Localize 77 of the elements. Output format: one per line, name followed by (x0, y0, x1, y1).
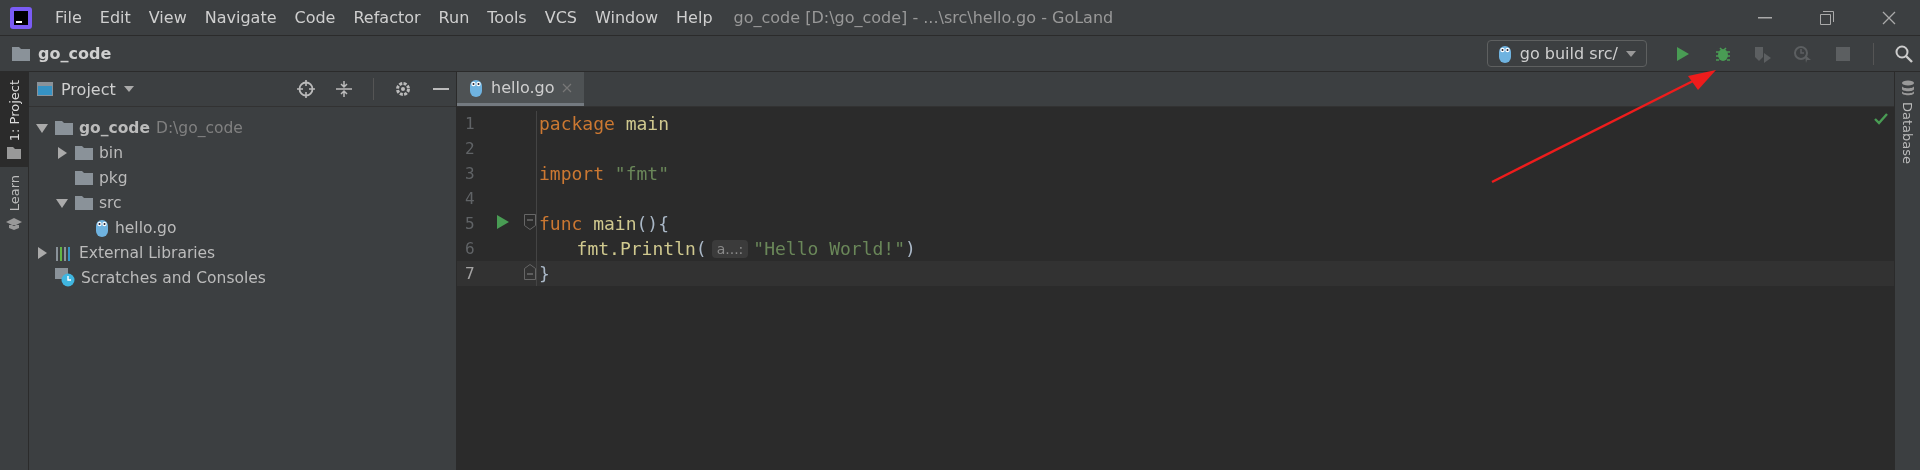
collapsed-arrow-icon[interactable] (56, 146, 68, 159)
menu-item[interactable]: Edit (90, 4, 140, 31)
folder-icon (75, 195, 93, 210)
gopher-file-icon (1497, 44, 1512, 63)
fold-marker-icon[interactable] (524, 213, 536, 230)
menu-item[interactable]: Run (429, 4, 479, 31)
editor-tab[interactable]: hello.go (457, 72, 585, 106)
code-line: func main(){ (538, 213, 670, 234)
shield-play-icon (1753, 44, 1773, 63)
crosshair-icon[interactable] (297, 80, 315, 98)
fold-marker-icon[interactable] (524, 263, 536, 280)
run-icon (1676, 45, 1690, 62)
menu-item[interactable]: Code (285, 4, 345, 31)
folder-icon (7, 147, 21, 160)
gopher-file-icon (95, 218, 109, 237)
menu-item[interactable]: VCS (535, 4, 586, 31)
database-icon (1900, 80, 1915, 96)
tree-item[interactable]: go_code (79, 118, 150, 137)
bug-icon (1714, 44, 1732, 63)
line-number: 6 (464, 239, 476, 258)
side-tab[interactable]: Learn (0, 167, 28, 238)
menu-item[interactable]: Help (667, 4, 722, 31)
graduation-cap-icon (6, 217, 22, 230)
search-icon (1895, 44, 1913, 63)
side-tab[interactable]: 1: Project (0, 72, 28, 168)
tree-item[interactable]: pkg (99, 168, 128, 187)
run-gutter-icon[interactable] (497, 215, 509, 229)
caret-icon (1626, 50, 1636, 57)
checkmark-icon (1874, 113, 1888, 125)
window-title: go_code [D:\go_code] - ...\src\hello.go - GoLand (733, 8, 1115, 27)
code-line: import "fmt" (538, 163, 669, 184)
line-number: 3 (464, 164, 476, 183)
side-tab[interactable]: Database (1900, 72, 1915, 173)
settings-icon[interactable] (395, 81, 411, 97)
breadcrumb[interactable]: go_code (38, 44, 1479, 63)
folder-icon (75, 145, 93, 160)
close-icon[interactable] (1882, 10, 1896, 25)
menu-item[interactable]: View (139, 4, 196, 31)
tree-item[interactable]: hello.go (115, 218, 177, 237)
tree-item[interactable]: Scratches and Consoles (81, 268, 266, 287)
menu-item[interactable]: Navigate (195, 4, 286, 31)
scratch-clock-icon (55, 268, 75, 287)
app-logo-icon (10, 6, 32, 29)
line-number: 1 (464, 114, 476, 133)
project-path: D:\go_code (155, 118, 243, 137)
expanded-arrow-icon[interactable] (56, 196, 68, 209)
line-number: 4 (464, 189, 476, 208)
project-view-dropdown[interactable]: Project (37, 79, 283, 99)
folder-icon (55, 120, 73, 135)
minimize-icon[interactable] (1758, 16, 1772, 19)
window-icon (37, 82, 53, 96)
collapse-all-icon[interactable] (336, 81, 352, 97)
tree-item[interactable]: External Libraries (79, 243, 216, 262)
line-number: 7 (464, 264, 476, 283)
run-configuration-dropdown[interactable]: go build src/ (1486, 40, 1647, 67)
menu-item[interactable]: File (46, 4, 91, 31)
expanded-arrow-icon[interactable] (36, 121, 48, 134)
close-icon (562, 82, 573, 93)
collapsed-arrow-icon[interactable] (36, 246, 48, 259)
stop-icon (1836, 46, 1850, 61)
code-line: } (538, 263, 550, 284)
tree-item[interactable]: src (99, 193, 122, 212)
folder-icon (12, 46, 30, 61)
clock-pointer-icon (1793, 44, 1813, 63)
folder-icon (75, 170, 93, 185)
code-line: fmt.Println( a...: "Hello World!") (575, 238, 916, 259)
menu-item[interactable]: Refactor (344, 4, 430, 31)
line-number: 5 (464, 214, 476, 233)
code-line: package main (538, 113, 669, 134)
tree-item[interactable]: bin (99, 143, 123, 162)
menu-item[interactable]: Tools (478, 4, 536, 31)
line-number: 2 (464, 139, 476, 158)
gopher-file-icon (469, 78, 483, 97)
caret-icon (123, 86, 134, 92)
library-icon (55, 244, 73, 261)
restore-icon[interactable] (1820, 10, 1834, 25)
menu-item[interactable]: Window (586, 4, 668, 31)
